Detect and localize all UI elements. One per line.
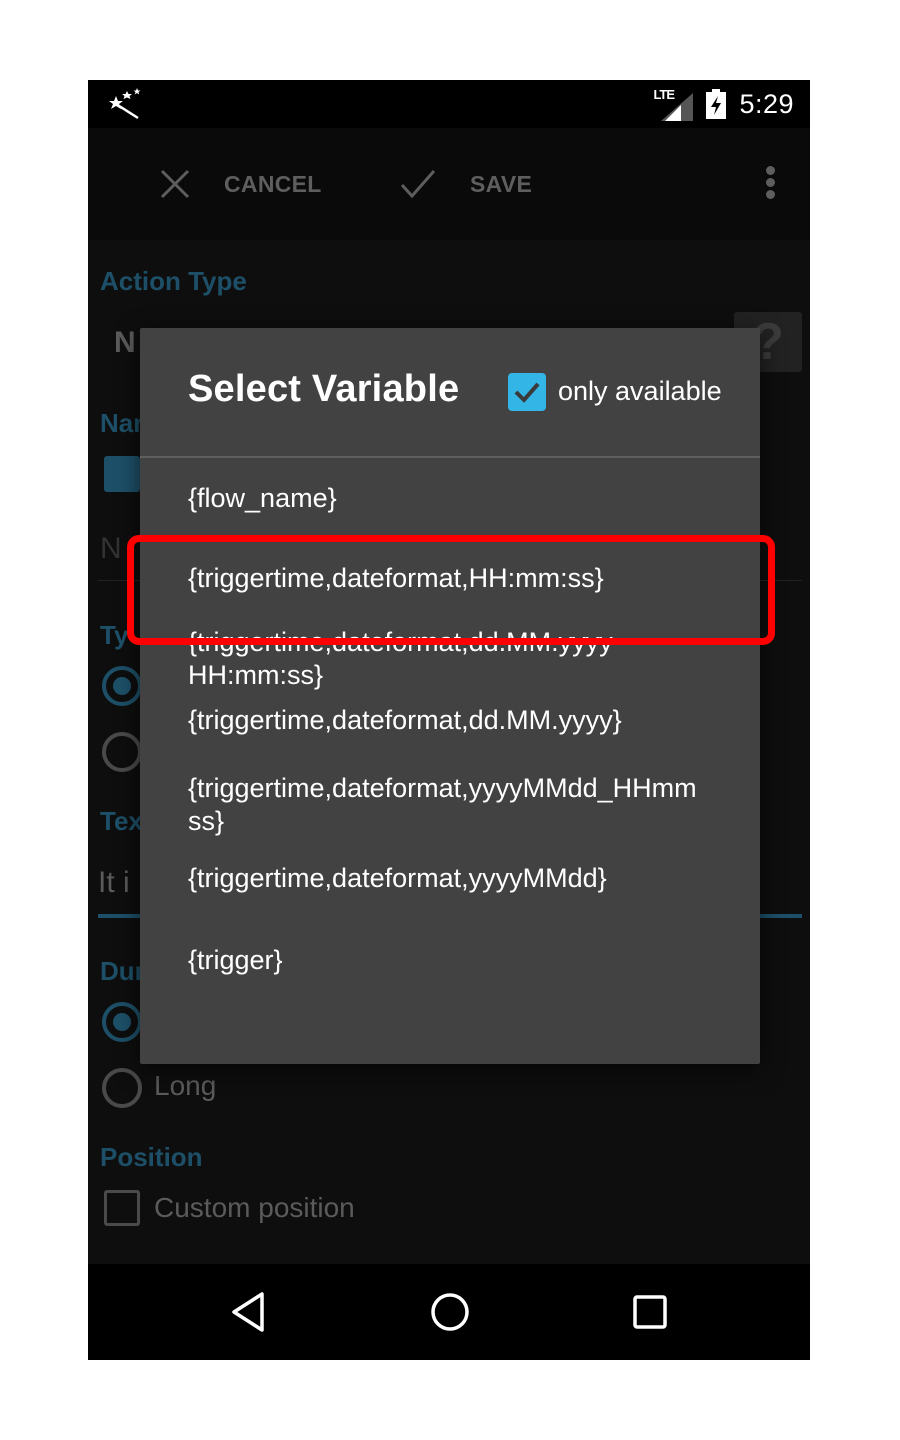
action-toolbar: CANCEL SAVE (88, 128, 810, 240)
battery-charging-icon (706, 89, 727, 119)
type-radio-1[interactable] (102, 666, 142, 706)
variable-label: {triggertime,dateformat,yyyyMMdd_HHmmss} (188, 773, 697, 836)
variable-label: {triggertime,dateformat,yyyyMMdd} (188, 863, 607, 893)
save-label: SAVE (470, 170, 533, 197)
name-label: Nar (100, 408, 144, 438)
variable-item[interactable]: {flow_name} (140, 458, 760, 538)
variable-item[interactable]: {trigger} (140, 934, 760, 1014)
custom-position-checkbox[interactable] (104, 1190, 140, 1226)
variable-item[interactable]: {triggertime,dateformat,dd.MM.yyyy HH:mm… (140, 618, 760, 704)
home-icon[interactable] (426, 1288, 474, 1336)
variable-item[interactable]: {triggertime,dateformat,dd.MM.yyyy} (140, 704, 760, 754)
variable-item-highlighted[interactable]: {triggertime,dateformat,HH:mm:ss} (140, 538, 760, 618)
navigation-bar (88, 1264, 810, 1360)
action-type-value[interactable]: N (114, 326, 136, 360)
duration-short-radio[interactable] (102, 1002, 142, 1042)
variable-label: {triggertime,dateformat,dd.MM.yyyy HH:mm… (188, 627, 613, 690)
custom-position-label: Custom position (154, 1192, 355, 1223)
select-variable-dialog: Select Variable only available {flow_nam… (140, 328, 760, 1064)
variable-item[interactable]: {triggertime,dateformat,yyyyMMdd} (140, 854, 760, 934)
more-vertical-icon[interactable] (764, 166, 776, 202)
magic-wand-icon (109, 88, 141, 120)
variable-label: {flow_name} (188, 482, 337, 513)
clock: 5:29 (739, 88, 794, 119)
text-input[interactable]: It i (98, 866, 130, 900)
dialog-title: Select Variable (188, 368, 460, 410)
only-available-label[interactable]: only available (558, 376, 722, 407)
text-label: Tex (100, 806, 143, 836)
position-label: Position (100, 1142, 203, 1172)
variable-item[interactable]: {triggertime,dateformat,yyyyMMdd_HHmmss} (140, 754, 760, 854)
type-label: Ty (100, 620, 129, 650)
save-button[interactable]: SAVE (400, 128, 532, 240)
variable-label: {trigger} (188, 945, 283, 975)
check-icon (400, 170, 436, 199)
only-available-checkbox[interactable] (508, 373, 546, 411)
variable-label: {triggertime,dateformat,HH:mm:ss} (188, 562, 604, 593)
checkmark-icon (514, 382, 540, 403)
cancel-label: CANCEL (224, 170, 322, 197)
duration-long-label: Long (154, 1070, 217, 1101)
name-checkbox[interactable] (104, 456, 140, 492)
recents-icon[interactable] (626, 1288, 674, 1336)
duration-long-radio[interactable] (102, 1068, 142, 1108)
variable-list: {flow_name} {triggertime,dateformat,HH:m… (140, 458, 760, 1014)
signal-icon: LTE (653, 87, 694, 121)
variable-label: {triggertime,dateformat,dd.MM.yyyy} (188, 705, 622, 735)
type-radio-2[interactable] (102, 732, 142, 772)
close-icon (160, 169, 190, 199)
status-bar: LTE 5:29 (88, 80, 810, 128)
cancel-button[interactable]: CANCEL (160, 128, 322, 240)
action-type-label: Action Type (100, 266, 247, 296)
name-input[interactable]: N (100, 532, 122, 566)
back-icon[interactable] (226, 1288, 274, 1336)
duration-label: Dur (100, 956, 145, 986)
